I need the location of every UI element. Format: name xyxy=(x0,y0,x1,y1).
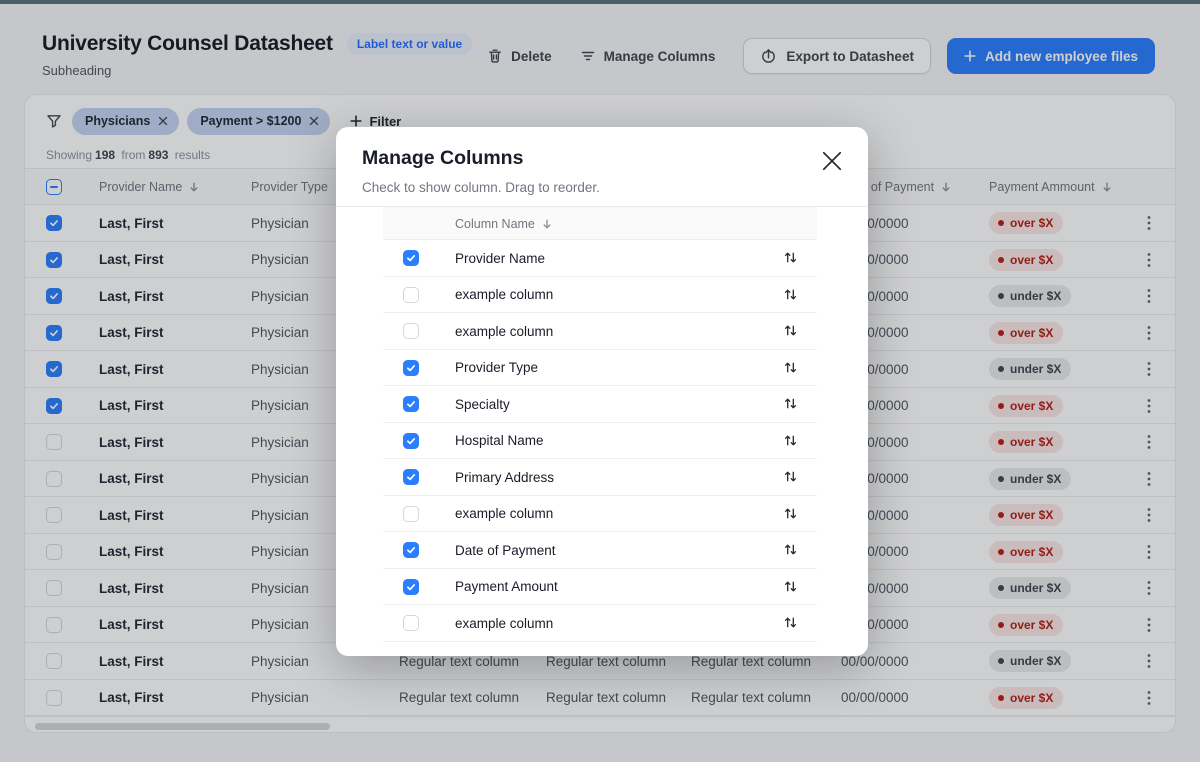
column-list-header: Column Name xyxy=(383,207,817,240)
drag-reorder-icon[interactable] xyxy=(783,542,799,558)
column-list-item: Primary Address xyxy=(383,459,817,496)
column-list-item: Provider Type xyxy=(383,350,817,387)
column-item-label: Hospital Name xyxy=(455,423,544,459)
drag-reorder-icon[interactable] xyxy=(783,360,799,376)
column-visibility-checkbox[interactable] xyxy=(403,506,419,522)
column-item-label: Provider Name xyxy=(455,240,545,276)
column-visibility-checkbox[interactable] xyxy=(403,615,419,631)
column-item-label: Date of Payment xyxy=(455,532,556,568)
drag-reorder-icon[interactable] xyxy=(783,433,799,449)
column-visibility-checkbox[interactable] xyxy=(403,287,419,303)
column-item-label: example column xyxy=(455,277,553,313)
column-name-header-label: Column Name xyxy=(455,217,535,231)
drag-reorder-icon[interactable] xyxy=(783,323,799,339)
column-visibility-checkbox[interactable] xyxy=(403,579,419,595)
column-list: Column Name Provider Nameexample columne… xyxy=(383,207,817,642)
column-item-label: Specialty xyxy=(455,386,510,422)
column-list-item: example column xyxy=(383,496,817,533)
column-visibility-checkbox[interactable] xyxy=(403,469,419,485)
column-item-label: Provider Type xyxy=(455,350,538,386)
drag-reorder-icon[interactable] xyxy=(783,615,799,631)
drag-reorder-icon[interactable] xyxy=(783,579,799,595)
drag-reorder-icon[interactable] xyxy=(783,469,799,485)
drag-reorder-icon[interactable] xyxy=(783,250,799,266)
column-list-item: example column xyxy=(383,277,817,314)
column-list-item: Date of Payment xyxy=(383,532,817,569)
modal-subtitle: Check to show column. Drag to reorder. xyxy=(362,180,600,195)
column-list-item: example column xyxy=(383,605,817,642)
column-visibility-checkbox[interactable] xyxy=(403,250,419,266)
column-item-label: example column xyxy=(455,496,553,532)
modal-title: Manage Columns xyxy=(362,147,523,170)
column-visibility-checkbox[interactable] xyxy=(403,360,419,376)
column-visibility-checkbox[interactable] xyxy=(403,323,419,339)
column-item-label: example column xyxy=(455,605,553,641)
column-visibility-checkbox[interactable] xyxy=(403,433,419,449)
column-visibility-checkbox[interactable] xyxy=(403,542,419,558)
close-icon[interactable] xyxy=(818,147,846,175)
drag-reorder-icon[interactable] xyxy=(783,287,799,303)
drag-reorder-icon[interactable] xyxy=(783,396,799,412)
column-item-label: example column xyxy=(455,313,553,349)
screen: University Counsel Datasheet Label text … xyxy=(0,0,1200,762)
drag-reorder-icon[interactable] xyxy=(783,506,799,522)
column-list-item: Provider Name xyxy=(383,240,817,277)
column-item-label: Payment Amount xyxy=(455,569,558,605)
column-list-item: Specialty xyxy=(383,386,817,423)
column-visibility-checkbox[interactable] xyxy=(403,396,419,412)
column-list-item: example column xyxy=(383,313,817,350)
column-item-label: Primary Address xyxy=(455,459,554,495)
column-list-item: Hospital Name xyxy=(383,423,817,460)
manage-columns-modal: Manage Columns Check to show column. Dra… xyxy=(336,127,868,656)
column-list-item: Payment Amount xyxy=(383,569,817,606)
sort-down-icon[interactable] xyxy=(541,218,553,230)
